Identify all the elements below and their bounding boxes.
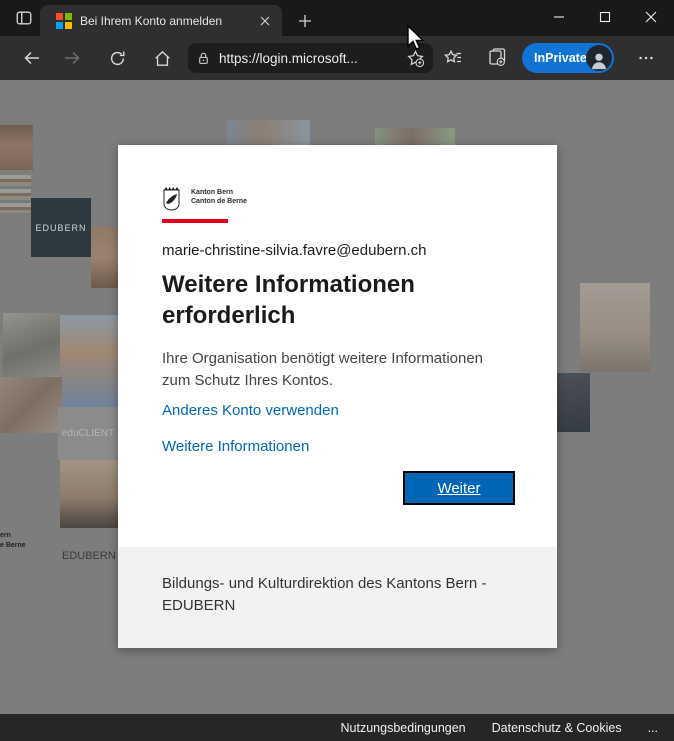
back-icon[interactable]	[20, 46, 44, 70]
tab-actions-icon[interactable]	[13, 7, 35, 29]
org-logo: Kanton Bern Canton de Berne	[162, 185, 247, 213]
background-logo-fragment: ern e Berne	[0, 531, 26, 551]
browser-toolbar: https://login.microsoft... InPrivate	[0, 36, 674, 80]
privacy-link[interactable]: Datenschutz & Cookies	[492, 721, 622, 735]
maximize-icon[interactable]	[582, 0, 628, 34]
new-tab-icon[interactable]	[293, 9, 317, 33]
kanton-bern-crest-icon	[162, 185, 181, 213]
background-photo	[0, 125, 33, 170]
account-email: marie-christine-silvia.favre@edubern.ch	[162, 242, 522, 259]
favorites-icon[interactable]	[441, 46, 465, 70]
org-logo-text: Kanton Bern Canton de Berne	[191, 188, 247, 206]
dialog-body-text: Ihre Organisation benötigt weitere Infor…	[162, 348, 513, 392]
collections-icon[interactable]	[485, 46, 509, 70]
background-photo	[227, 120, 310, 145]
page-content: EDUBERN eduCLIENT ern e Berne EDUBERN is…	[0, 80, 674, 741]
tab-close-icon[interactable]	[256, 12, 274, 30]
forward-icon[interactable]	[60, 46, 84, 70]
page-footer-bar: Nutzungsbedingungen Datenschutz & Cookie…	[0, 714, 674, 741]
background-photo	[580, 283, 650, 372]
background-photo	[60, 315, 118, 407]
use-other-account-link[interactable]: Anderes Konto verwenden	[162, 402, 339, 419]
url-text[interactable]: https://login.microsoft...	[219, 51, 406, 66]
next-button[interactable]: Weiter	[403, 471, 515, 505]
lock-icon	[196, 51, 211, 66]
background-photo	[91, 227, 118, 288]
footer-more-icon[interactable]: ...	[648, 721, 658, 735]
dialog-heading: Weitere Informationen erforderlich	[162, 269, 492, 331]
background-photo	[0, 377, 62, 433]
background-photo	[60, 460, 118, 528]
logo-red-underline	[162, 219, 228, 223]
home-icon[interactable]	[150, 46, 174, 70]
person-icon	[588, 49, 610, 71]
edubern-tile-label: EDUBERN	[31, 198, 91, 257]
refresh-icon[interactable]	[105, 46, 129, 70]
settings-menu-icon[interactable]	[634, 46, 658, 70]
tab-strip: Bei Ihrem Konto anmelden	[0, 0, 674, 36]
browser-window: Bei Ihrem Konto anmelden	[0, 0, 674, 741]
address-bar[interactable]: https://login.microsoft...	[188, 43, 433, 73]
window-controls	[536, 0, 674, 34]
background-photo	[3, 313, 62, 377]
dialog-footer-text: Bildungs- und Kulturdirektion des Kanton…	[162, 573, 513, 617]
profile-avatar[interactable]	[586, 45, 612, 71]
background-tile-edubern: EDUBERN	[31, 198, 91, 257]
background-photo	[555, 373, 590, 432]
minimize-icon[interactable]	[536, 0, 582, 34]
background-photo	[375, 128, 455, 145]
signin-dialog: Kanton Bern Canton de Berne marie-christ…	[118, 145, 557, 648]
more-information-link[interactable]: Weitere Informationen	[162, 438, 309, 455]
inprivate-label: InPrivate	[534, 51, 587, 65]
background-photo	[0, 175, 31, 213]
browser-tab[interactable]: Bei Ihrem Konto anmelden	[40, 5, 282, 36]
tab-title: Bei Ihrem Konto anmelden	[80, 14, 256, 28]
add-favorite-icon[interactable]	[406, 49, 425, 68]
dialog-footer: Bildungs- und Kulturdirektion des Kanton…	[118, 547, 557, 648]
inprivate-badge[interactable]: InPrivate	[522, 43, 614, 73]
background-tile-educlient: eduCLIENT	[58, 407, 118, 460]
terms-link[interactable]: Nutzungsbedingungen	[341, 721, 466, 735]
microsoft-logo-icon	[56, 13, 72, 29]
educlient-tile-label: eduCLIENT	[58, 407, 118, 460]
close-window-icon[interactable]	[628, 0, 674, 34]
